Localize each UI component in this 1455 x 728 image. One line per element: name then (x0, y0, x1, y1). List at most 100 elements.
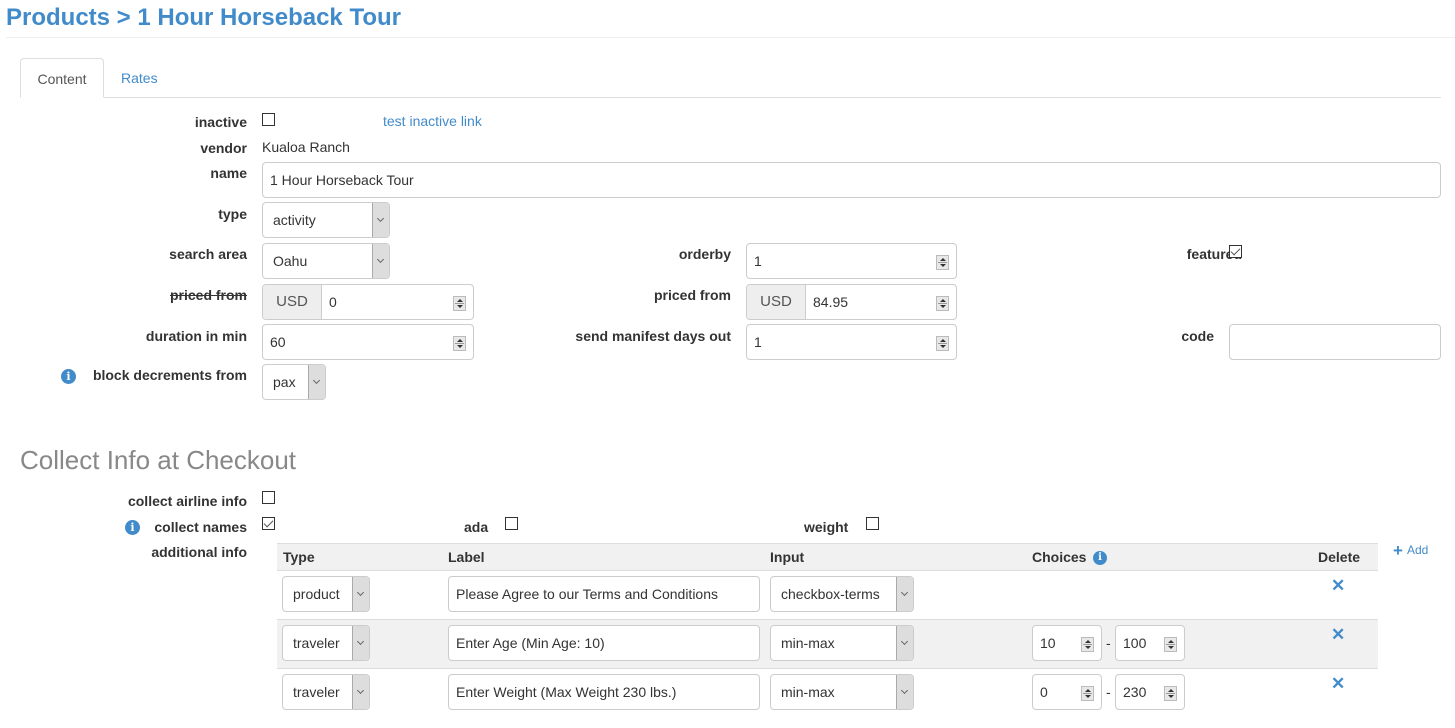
block-decrements-select[interactable]: pax (262, 364, 326, 400)
orderby-value: 1 (754, 253, 762, 269)
row-type-select[interactable]: traveler (282, 625, 370, 661)
type-select[interactable]: activity (262, 202, 390, 238)
chevron-down-icon (896, 675, 913, 709)
row-max-input[interactable]: 100 (1115, 625, 1185, 661)
priced-from-old-label: priced from (169, 287, 247, 303)
row-max-value: 100 (1123, 635, 1147, 651)
row-label-input[interactable]: Please Agree to our Terms and Conditions (448, 576, 760, 612)
featured-checkbox[interactable] (1229, 245, 1242, 258)
chevron-down-icon (308, 365, 325, 399)
range-separator: - (1106, 684, 1111, 700)
tab-content[interactable]: Content (20, 58, 104, 98)
ada-label: ada (464, 519, 489, 535)
inactive-label: inactive (194, 114, 247, 130)
spinner-icon[interactable] (936, 336, 949, 351)
additional-info-label: additional info (151, 544, 247, 560)
chevron-down-icon (896, 577, 913, 611)
search-area-label: search area (169, 246, 247, 262)
weight-checkbox[interactable] (866, 517, 879, 530)
inactive-checkbox[interactable] (262, 113, 275, 126)
test-inactive-link[interactable]: test inactive link (383, 113, 482, 129)
row-min-value: 0 (1040, 684, 1048, 700)
collect-airline-label: collect airline info (127, 493, 247, 509)
spinner-icon[interactable] (1164, 637, 1177, 652)
spinner-icon[interactable] (936, 255, 949, 270)
plus-icon: + (1393, 541, 1403, 560)
ada-checkbox[interactable] (505, 517, 518, 530)
table-header (277, 543, 1378, 571)
tab-rates[interactable]: Rates (105, 58, 174, 98)
currency-addon: USD (747, 285, 806, 319)
vendor-value: Kualoa Ranch (262, 139, 350, 155)
column-delete: Delete (1318, 549, 1361, 565)
spinner-icon[interactable] (1081, 637, 1094, 652)
spinner-icon[interactable] (453, 336, 466, 351)
duration-input[interactable]: 60 (262, 324, 474, 360)
orderby-input[interactable]: 1 (746, 243, 957, 279)
page-title: Products > 1 Hour Horseback Tour (6, 4, 401, 31)
orderby-label: orderby (678, 246, 731, 262)
chevron-down-icon (896, 626, 913, 660)
info-icon[interactable]: i (61, 369, 76, 384)
chevron-down-icon (352, 675, 369, 709)
chevron-down-icon (372, 203, 389, 237)
spinner-icon[interactable] (936, 296, 949, 311)
row-input-select[interactable]: min-max (770, 674, 914, 710)
priced-from-input[interactable]: USD 84.95 (746, 284, 957, 320)
row-max-input[interactable]: 230 (1115, 674, 1185, 710)
row-min-input[interactable]: 0 (1032, 674, 1102, 710)
collect-names-checkbox[interactable] (262, 517, 275, 530)
send-manifest-input[interactable]: 1 (746, 324, 957, 360)
spinner-icon[interactable] (1164, 686, 1177, 701)
column-input: Input (770, 549, 805, 565)
row-min-input[interactable]: 10 (1032, 625, 1102, 661)
row-label-input[interactable]: Enter Weight (Max Weight 230 lbs.) (448, 674, 760, 710)
column-type: Type (283, 549, 315, 565)
code-label: code (1181, 328, 1214, 344)
info-icon[interactable]: i (125, 520, 140, 535)
spinner-icon[interactable] (1081, 686, 1094, 701)
row-type-select[interactable]: traveler (282, 674, 370, 710)
row-min-value: 10 (1040, 635, 1056, 651)
row-type-value: product (293, 586, 340, 602)
name-label: name (210, 165, 247, 181)
column-choices: Choices (1032, 549, 1087, 565)
chevron-down-icon (352, 577, 369, 611)
row-input-select[interactable]: min-max (770, 625, 914, 661)
delete-icon[interactable]: ✕ (1331, 626, 1345, 643)
send-manifest-label: send manifest days out (575, 328, 731, 344)
column-label: Label (448, 549, 485, 565)
spinner-icon[interactable] (453, 296, 466, 311)
row-input-value: min-max (781, 684, 835, 700)
info-icon[interactable]: i (1093, 551, 1107, 565)
code-input[interactable] (1229, 324, 1441, 360)
collect-airline-checkbox[interactable] (262, 491, 275, 504)
range-separator: - (1106, 635, 1111, 651)
delete-icon[interactable]: ✕ (1331, 577, 1345, 594)
chevron-down-icon (372, 244, 389, 278)
type-select-value: activity (273, 212, 316, 228)
row-type-select[interactable]: product (282, 576, 370, 612)
name-input[interactable]: 1 Hour Horseback Tour (262, 162, 1441, 198)
delete-icon[interactable]: ✕ (1331, 675, 1345, 692)
send-manifest-value: 1 (754, 334, 762, 350)
vendor-label: vendor (200, 140, 247, 156)
priced-from-old-input[interactable]: USD 0 (262, 284, 474, 320)
title-divider (6, 37, 1455, 38)
section-title: Collect Info at Checkout (20, 445, 297, 475)
add-button[interactable]: + Add (1393, 541, 1428, 561)
block-decrements-label: block decrements from (92, 367, 247, 383)
row-label-input[interactable]: Enter Age (Min Age: 10) (448, 625, 760, 661)
search-area-value: Oahu (273, 253, 308, 269)
currency-addon: USD (263, 285, 322, 319)
tabs-divider (20, 97, 1441, 98)
duration-value: 60 (270, 334, 286, 350)
collect-names-label: collect names (154, 519, 247, 535)
row-input-value: min-max (781, 635, 835, 651)
row-input-value: checkbox-terms (781, 586, 880, 602)
row-max-value: 230 (1123, 684, 1147, 700)
duration-label: duration in min (145, 328, 247, 344)
priced-from-value: 84.95 (813, 294, 849, 310)
search-area-select[interactable]: Oahu (262, 243, 390, 279)
row-input-select[interactable]: checkbox-terms (770, 576, 914, 612)
